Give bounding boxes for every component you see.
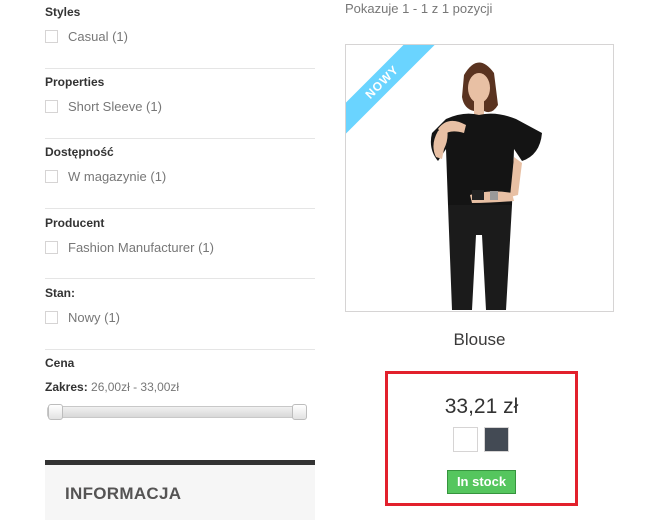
filter-option-fashion-manufacturer[interactable]: Fashion Manufacturer (1) [45, 240, 315, 255]
filter-styles: Styles Casual (1) [45, 5, 315, 44]
price-range-text: Zakres: 26,00zł - 33,00zł [45, 380, 179, 394]
filter-properties: Properties Short Sleeve (1) [45, 75, 315, 114]
divider [45, 349, 315, 350]
filter-manufacturer: Producent Fashion Manufacturer (1) [45, 216, 315, 255]
checkbox-new[interactable] [45, 311, 58, 324]
price-range-value: 26,00zł - 33,00zł [91, 380, 180, 394]
filter-title-condition: Stan: [45, 286, 75, 300]
product-name-link[interactable]: Blouse [345, 330, 614, 350]
filter-condition: Stan: Nowy (1) [45, 286, 315, 325]
filter-option-in-stock[interactable]: W magazynie (1) [45, 169, 315, 184]
filter-title-price: Cena [45, 356, 75, 370]
checkbox-fashion-manufacturer[interactable] [45, 241, 58, 254]
checkbox-casual[interactable] [45, 30, 58, 43]
filter-title-styles: Styles [45, 5, 81, 19]
filter-option-label: Fashion Manufacturer (1) [68, 240, 214, 255]
divider [45, 138, 315, 139]
stock-status-badge: In stock [447, 470, 516, 494]
result-count: Pokazuje 1 - 1 z 1 pozycji [345, 1, 493, 16]
color-swatch-dark-gray[interactable] [484, 427, 509, 452]
filter-option-label: Short Sleeve (1) [68, 99, 162, 114]
checkbox-in-stock[interactable] [45, 170, 58, 183]
filter-title-manufacturer: Producent [45, 216, 105, 230]
price-highlight-box: 33,21 zł In stock [385, 371, 578, 506]
filter-option-label: Casual (1) [68, 29, 128, 44]
price-slider-min-handle[interactable] [48, 404, 63, 420]
product-image-link[interactable]: NOWY [345, 44, 614, 312]
product-price: 33,21 zł [444, 395, 519, 418]
filter-availability: Dostępność W magazynie (1) [45, 145, 315, 184]
divider [45, 68, 315, 69]
filter-option-label: W magazynie (1) [68, 169, 167, 184]
price-slider-track[interactable] [47, 406, 305, 418]
filter-option-new[interactable]: Nowy (1) [45, 310, 315, 325]
filter-option-casual[interactable]: Casual (1) [45, 29, 315, 44]
filter-price: Cena [45, 356, 315, 370]
filter-option-label: Nowy (1) [68, 310, 121, 325]
filter-option-short-sleeve[interactable]: Short Sleeve (1) [45, 99, 315, 114]
filter-title-availability: Dostępność [45, 145, 114, 159]
checkbox-short-sleeve[interactable] [45, 100, 58, 113]
information-title: INFORMACJA [65, 484, 182, 503]
information-block: INFORMACJA [45, 460, 315, 520]
filter-title-properties: Properties [45, 75, 105, 89]
price-slider-max-handle[interactable] [292, 404, 307, 420]
divider [45, 278, 315, 279]
price-range-label: Zakres: [45, 380, 88, 394]
divider [45, 208, 315, 209]
color-swatch-white[interactable] [453, 427, 478, 452]
